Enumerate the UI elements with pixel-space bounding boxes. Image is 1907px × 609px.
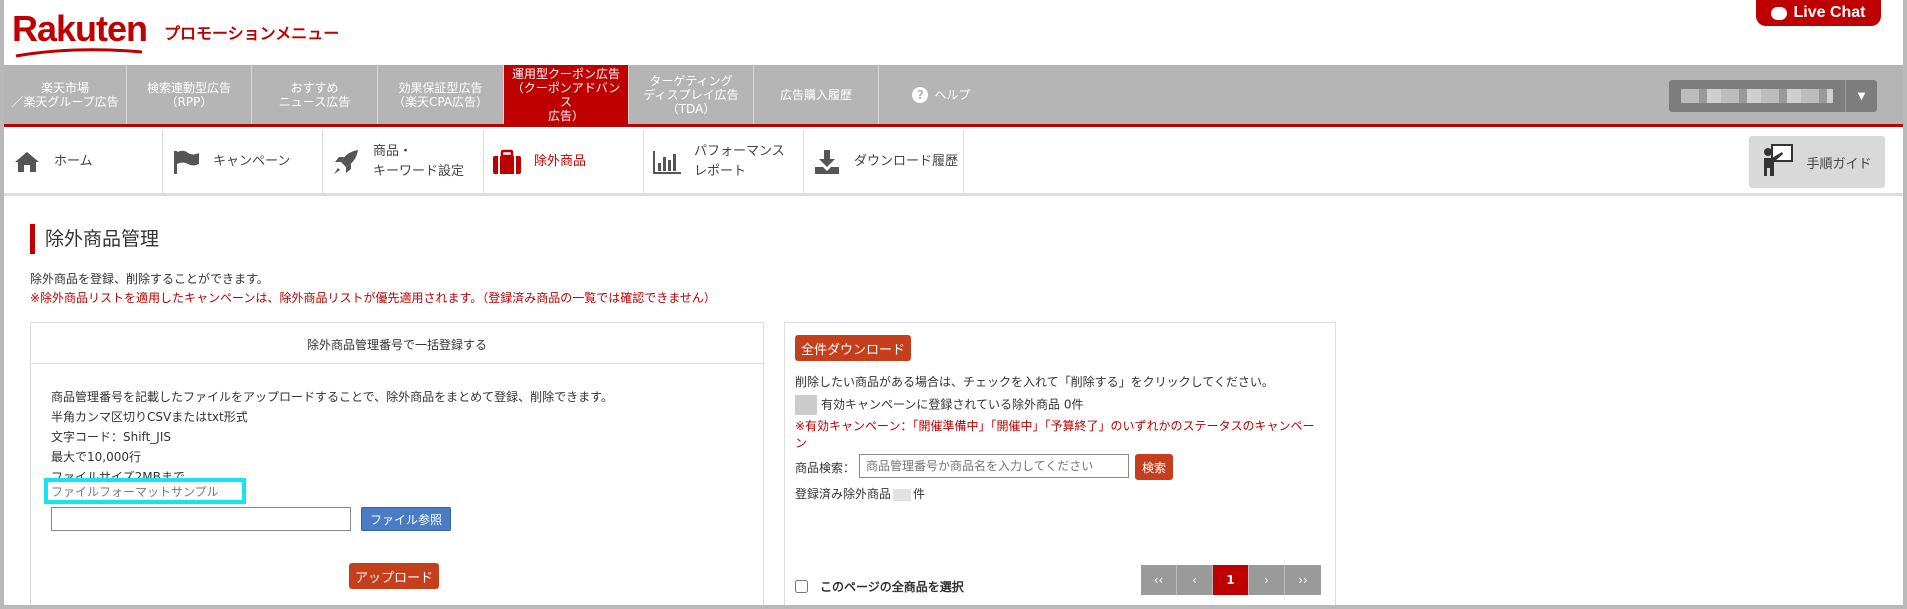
- chat-bubble-icon: [1771, 6, 1788, 20]
- flag-icon: [171, 147, 201, 177]
- chevron-down-icon[interactable]: ▼: [1845, 80, 1877, 112]
- select-all-label: このページの全商品を選択: [820, 580, 964, 594]
- pager-first-button[interactable]: ‹‹: [1141, 565, 1177, 595]
- info-line: 最大で10,000行: [51, 450, 141, 464]
- subnav-item-home[interactable]: ホーム: [4, 130, 163, 193]
- pagination: ‹‹ ‹ 1 › ››: [1141, 565, 1321, 595]
- help-label: ヘルプ: [934, 87, 971, 102]
- download-icon: [812, 147, 842, 177]
- info-line: 半角カンマ区切りCSVまたはtxt形式: [51, 410, 248, 424]
- registered-products-panel: 全件ダウンロード 削除したい商品がある場合は、チェックを入れて「削除する」をクリ…: [784, 322, 1336, 605]
- pager-prev-button[interactable]: ‹: [1177, 565, 1213, 595]
- subnav-label: 商品・ キーワード設定: [373, 143, 465, 179]
- topnav-item-rakuten-group-ads[interactable]: 楽天市場 ／楽天グループ広告: [4, 65, 127, 124]
- info-line: 文字コード：Shift_JIS: [51, 430, 171, 444]
- topnav-item-help[interactable]: ? ヘルプ: [879, 65, 1004, 124]
- topnav-item-cpa-ads[interactable]: 効果保証型広告 （楽天CPA広告）: [378, 65, 504, 124]
- select-all-checkbox[interactable]: [795, 580, 808, 593]
- file-path-input[interactable]: [51, 507, 351, 531]
- page-description: 除外商品を登録、削除することができます。: [30, 272, 269, 286]
- subnav-item-campaign[interactable]: キャンペーン: [163, 130, 323, 193]
- account-selector[interactable]: ▼: [1669, 80, 1877, 112]
- sub-nav: ホーム キャンペーン 商品・ キーワード設定 除外商品 パフォーマンス レポート: [4, 130, 1903, 196]
- subnav-label: ホーム: [54, 153, 93, 169]
- registered-count-suffix: 件: [913, 487, 926, 501]
- browse-file-button[interactable]: ファイル参照: [361, 507, 451, 531]
- pager-next-button[interactable]: ›: [1249, 565, 1285, 595]
- select-all-row: このページの全商品を選択: [795, 578, 964, 595]
- live-chat-button[interactable]: Live Chat: [1756, 0, 1881, 26]
- page-title: 除外商品管理: [30, 224, 159, 254]
- subnav-item-excluded-products[interactable]: 除外商品: [484, 130, 644, 193]
- topnav-item-rpp[interactable]: 検索連動型広告 （RPP）: [127, 65, 252, 124]
- highlight-box: [44, 478, 246, 504]
- subnav-label: ダウンロード履歴: [854, 153, 959, 169]
- topnav-item-tda[interactable]: ターゲティング ディスプレイ広告 （TDA）: [629, 65, 754, 124]
- registered-count-value: [893, 488, 912, 501]
- divider: [31, 363, 763, 364]
- topnav-item-purchase-history[interactable]: 広告購入履歴: [754, 65, 879, 124]
- pager-current-page[interactable]: 1: [1213, 565, 1249, 595]
- briefcase-icon: [492, 147, 522, 177]
- search-button[interactable]: 検索: [1135, 454, 1173, 480]
- bulk-register-panel: 除外商品管理番号で一括登録する 商品管理番号を記載したファイルをアップロードする…: [30, 322, 764, 605]
- app-frame: Rakuten プロモーションメニュー Live Chat 楽天市場 ／楽天グル…: [4, 0, 1903, 605]
- step-guide-button[interactable]: 手順ガイド: [1749, 136, 1885, 188]
- topnav-item-news-ads[interactable]: おすすめ ニュース広告: [252, 65, 378, 124]
- logo-swoosh-icon: [15, 48, 143, 58]
- header: Rakuten プロモーションメニュー Live Chat: [4, 0, 1903, 65]
- home-icon: [12, 147, 42, 177]
- subnav-item-download-history[interactable]: ダウンロード履歴: [804, 130, 964, 193]
- bar-chart-icon: [652, 147, 682, 177]
- topnav-item-coupon-advance[interactable]: 運用型クーポン広告 （クーポンアドバンス 広告）: [504, 65, 629, 124]
- help-icon: ?: [912, 86, 929, 103]
- rakuten-logo[interactable]: Rakuten: [12, 8, 148, 50]
- account-name-redacted: [1681, 89, 1833, 103]
- panel-title: 除外商品管理番号で一括登録する: [306, 338, 487, 352]
- presentation-icon: [1762, 143, 1794, 181]
- subnav-label: キャンペーン: [213, 153, 291, 169]
- search-label: 商品検索：: [795, 461, 856, 475]
- subnav-label: 除外商品: [534, 153, 587, 169]
- download-all-button[interactable]: 全件ダウンロード: [795, 335, 911, 361]
- registered-count: 登録済み除外商品 件: [795, 485, 925, 502]
- active-count-text: 有効キャンペーンに登録されている除外商品 0件: [821, 397, 1084, 412]
- live-chat-label: Live Chat: [1793, 4, 1866, 21]
- active-campaign-note: ※有効キャンペーン：「開催準備中」「開催中」「予算終了」のいずれかのステータスの…: [795, 419, 1315, 450]
- delete-instruction: 削除したい商品がある場合は、チェックを入れて「削除する」をクリックしてください。: [795, 375, 1274, 389]
- subnav-item-performance-report[interactable]: パフォーマンス レポート: [644, 130, 804, 193]
- product-search-input[interactable]: [859, 454, 1129, 478]
- upload-button[interactable]: アップロード: [349, 563, 439, 589]
- registered-count-prefix: 登録済み除外商品: [795, 487, 892, 501]
- active-count-row: 有効キャンペーンに登録されている除外商品 0件: [795, 395, 1084, 415]
- pager-last-button[interactable]: ››: [1285, 565, 1321, 595]
- page-warning: ※除外商品リストを適用したキャンペーンは、除外商品リストが優先適用されます。（登…: [30, 291, 716, 305]
- step-guide-label: 手順ガイド: [1806, 156, 1872, 172]
- top-nav: 楽天市場 ／楽天グループ広告 検索連動型広告 （RPP） おすすめ ニュース広告…: [4, 65, 1903, 127]
- subnav-item-product-keyword[interactable]: 商品・ キーワード設定: [323, 130, 484, 193]
- promotion-menu-title: プロモーションメニュー: [164, 24, 340, 43]
- rocket-icon: [331, 147, 361, 177]
- info-line: 商品管理番号を記載したファイルをアップロードすることで、除外商品をまとめて登録、…: [51, 390, 613, 404]
- active-filter-checkbox[interactable]: [795, 395, 817, 415]
- subnav-label: パフォーマンス レポート: [694, 143, 785, 179]
